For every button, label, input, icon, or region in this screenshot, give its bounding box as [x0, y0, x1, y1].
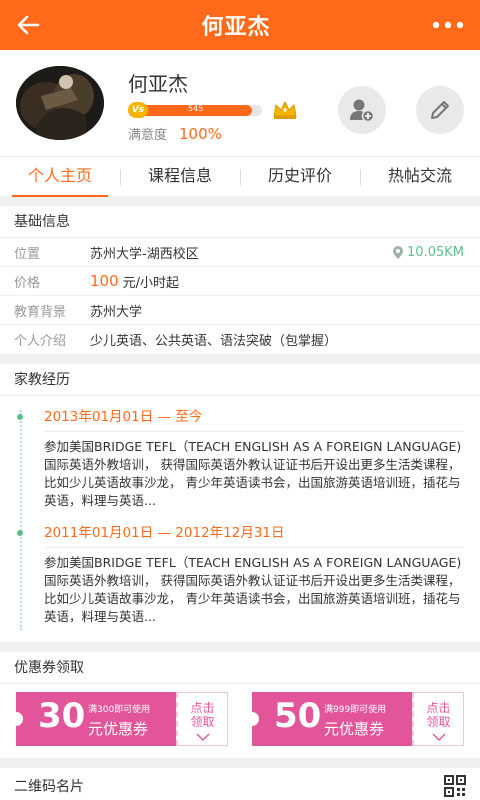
tab-home[interactable]: 个人主页: [0, 157, 120, 197]
tab-posts[interactable]: 热帖交流: [360, 157, 480, 196]
claim-label-line2: 领取: [426, 715, 451, 729]
coupon-notch: [9, 712, 23, 726]
price-label: 价格: [14, 275, 41, 291]
coupon-card[interactable]: 50 满999即可使用 元优惠券 点击 领取: [245, 692, 464, 746]
coupon-condition: 满999即可使用: [324, 705, 387, 715]
level-score: 545: [188, 104, 204, 113]
coupon-notch: [245, 712, 259, 726]
intro-label: 个人介绍: [14, 334, 67, 349]
experience-section: 家教经历 2013年01月01日 — 至今 参加美国BRIDGE TEFL（TE…: [0, 364, 480, 642]
timeline-date: 2011年01月01日 — 2012年12月31日: [44, 518, 464, 548]
claim-label-line1: 点击: [426, 701, 451, 715]
info-row-education: 教育背景 苏州大学: [0, 296, 480, 325]
claim-coupon-button[interactable]: 点击 领取: [412, 692, 464, 746]
satisfaction-label: 满意度: [128, 128, 168, 143]
coupon-type: 元优惠券: [88, 720, 149, 738]
coupon-type: 元优惠券: [324, 720, 385, 738]
add-user-icon: [350, 99, 375, 122]
timeline-item[interactable]: 2011年01月01日 — 2012年12月31日 参加美国BRIDGE TEF…: [17, 518, 464, 626]
qr-row[interactable]: 二维码名片: [0, 768, 480, 800]
info-row-price: 价格 100 元/小时起: [0, 267, 480, 296]
location-value: 苏州大学-湖西校区: [90, 246, 199, 262]
follow-button[interactable]: [338, 86, 386, 134]
coupon-section: 优惠券领取 30 满300即可使用 元优惠券 点击 领取 50 满999即可使用…: [0, 652, 480, 758]
timeline-item[interactable]: 2013年01月01日 — 至今 参加美国BRIDGE TEFL（TEACH E…: [17, 402, 464, 510]
avatar[interactable]: [16, 66, 104, 140]
avatar-photo: [16, 66, 104, 140]
coupon-condition: 满300即可使用: [88, 705, 151, 715]
level-progress: 545 Vs: [128, 100, 298, 119]
coupon-body: 50 满999即可使用 元优惠券: [245, 692, 412, 746]
top-bar: 何亚杰: [0, 0, 480, 50]
claim-label-line2: 领取: [190, 715, 215, 729]
section-title: 基础信息: [0, 206, 480, 238]
back-button[interactable]: [14, 11, 42, 39]
location-pin-icon: [393, 245, 404, 259]
claim-coupon-button[interactable]: 点击 领取: [176, 692, 228, 746]
chevron-down-icon: [432, 733, 446, 741]
coupon-amount: 30: [38, 696, 86, 736]
qr-section[interactable]: 二维码名片: [0, 768, 480, 800]
qr-code-icon: [444, 775, 466, 797]
price-value: 100: [90, 272, 119, 290]
coupon-card[interactable]: 30 满300即可使用 元优惠券 点击 领取: [9, 692, 228, 746]
timeline-dot: [17, 414, 23, 420]
timeline-text: 参加美国BRIDGE TEFL（TEACH ENGLISH AS A FOREI…: [44, 439, 462, 508]
app-root: 何亚杰 何亚杰 545 Vs 满意度 100% 个人主页 课程信息 历史评价 热…: [0, 0, 480, 800]
section-title: 优惠券领取: [0, 652, 480, 684]
intro-value: 少儿英语、公共英语、语法突破（包掌握）: [90, 334, 338, 349]
satisfaction-value: 100%: [179, 125, 222, 143]
profile-card: 何亚杰 545 Vs 满意度 100%: [0, 50, 480, 156]
edit-button[interactable]: [416, 86, 464, 134]
teacher-name: 何亚杰: [128, 72, 188, 96]
tab-courses[interactable]: 课程信息: [120, 157, 240, 196]
coupon-body: 30 满300即可使用 元优惠券: [9, 692, 176, 746]
more-dots-icon: [432, 21, 464, 29]
basic-info-section: 基础信息 位置 苏州大学-湖西校区 10.05KM 价格 100 元/小时起 教…: [0, 206, 480, 354]
education-label: 教育背景: [14, 304, 67, 320]
timeline-line: [20, 410, 22, 630]
claim-label-line1: 点击: [190, 701, 215, 715]
info-row-intro: 个人介绍 少儿英语、公共英语、语法突破（包掌握）: [0, 325, 480, 354]
back-arrow-icon: [17, 15, 40, 35]
timeline-text: 参加美国BRIDGE TEFL（TEACH ENGLISH AS A FOREI…: [44, 555, 462, 624]
page-title: 何亚杰: [201, 15, 271, 40]
education-value: 苏州大学: [90, 304, 143, 320]
coupon-list: 30 满300即可使用 元优惠券 点击 领取 50 满999即可使用 元优惠券 …: [0, 684, 480, 758]
chevron-down-icon: [196, 733, 210, 741]
tab-reviews[interactable]: 历史评价: [240, 157, 360, 196]
section-title: 家教经历: [0, 364, 480, 396]
satisfaction: 满意度 100%: [128, 124, 222, 143]
distance: 10.05KM: [393, 245, 464, 260]
timeline-date: 2013年01月01日 — 至今: [44, 402, 464, 432]
price-unit: 元/小时起: [122, 275, 180, 291]
experience-timeline: 2013年01月01日 — 至今 参加美国BRIDGE TEFL（TEACH E…: [0, 396, 480, 642]
pencil-icon: [431, 101, 449, 119]
coupon-amount: 50: [274, 696, 322, 736]
level-badge: Vs: [128, 102, 148, 118]
crown-icon: [273, 100, 297, 119]
info-row-location[interactable]: 位置 苏州大学-湖西校区 10.05KM: [0, 238, 480, 267]
tab-bar: 个人主页 课程信息 历史评价 热帖交流: [0, 156, 480, 197]
distance-value: 10.05KM: [407, 244, 464, 260]
more-button[interactable]: [430, 11, 466, 39]
qr-title: 二维码名片: [14, 779, 84, 795]
timeline-dot: [17, 530, 23, 536]
location-label: 位置: [14, 246, 41, 262]
